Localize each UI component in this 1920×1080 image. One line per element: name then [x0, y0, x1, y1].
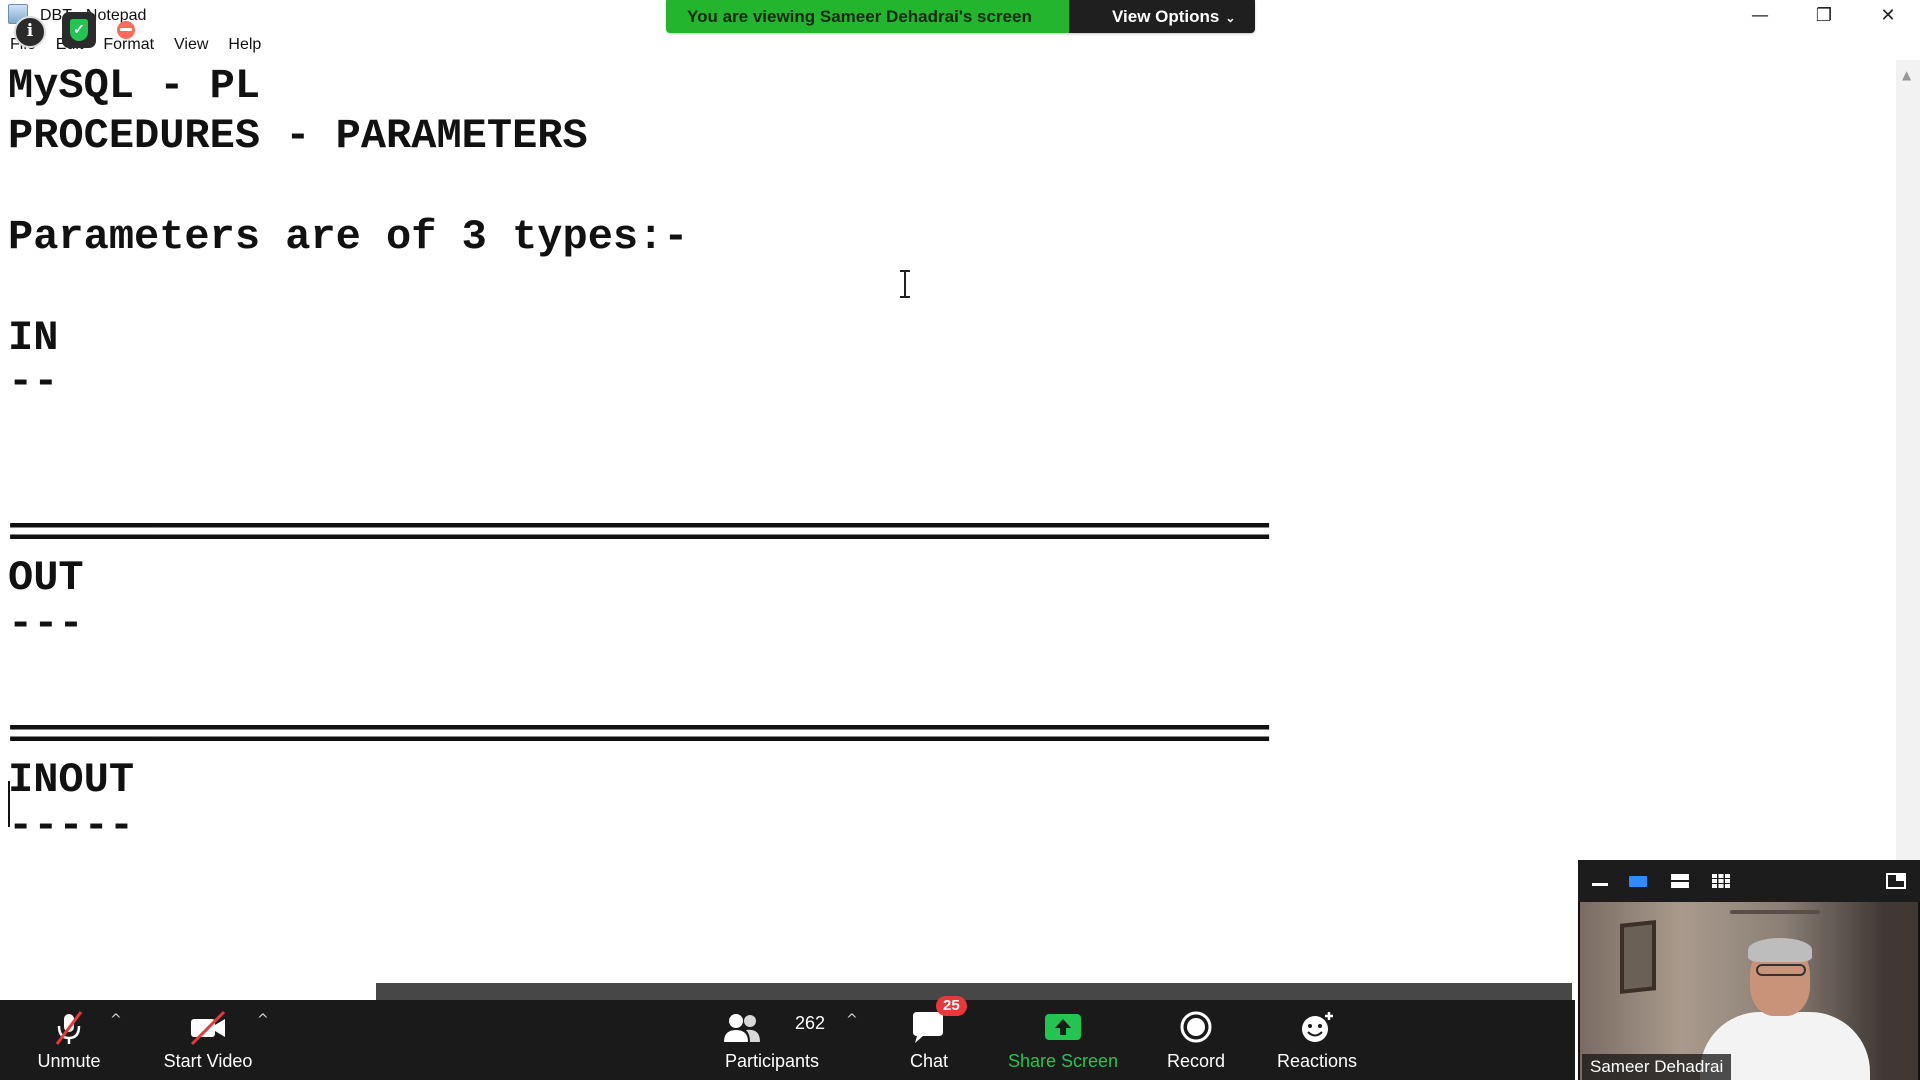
video-thumbnail-panel[interactable]: Sameer Dehadrai: [1578, 860, 1920, 1080]
ibeam-cursor-icon: [898, 270, 912, 298]
muted-microphone-icon: [55, 1011, 83, 1045]
viewing-screen-label: You are viewing Sameer Dehadrai's screen: [666, 0, 1069, 33]
speaker-view-icon[interactable]: [1628, 873, 1648, 889]
text-line: PROCEDURES - PARAMETERS: [8, 112, 588, 160]
security-shield-button[interactable]: ✓: [62, 12, 96, 48]
start-video-button[interactable]: Start Video: [150, 1000, 266, 1080]
text-line: ========================================…: [8, 712, 1271, 760]
text-line: IN: [8, 314, 59, 362]
menu-view[interactable]: View: [164, 34, 218, 60]
text-line: Parameters are of 3 types:-: [8, 213, 689, 261]
record-label: Record: [1166, 1051, 1226, 1071]
text-caret: [8, 781, 10, 827]
record-button[interactable]: Record: [1150, 1000, 1242, 1080]
chevron-down-icon: ⌄: [1225, 11, 1236, 25]
record-icon: [1180, 1011, 1212, 1043]
participant-video-feed: Sameer Dehadrai: [1580, 902, 1918, 1080]
notepad-text-area[interactable]: MySQL - PL PROCEDURES - PARAMETERS Param…: [0, 60, 1896, 985]
restore-button[interactable]: ❐: [1792, 0, 1856, 30]
exit-minimized-view-icon[interactable]: [1886, 873, 1906, 889]
text-line: --: [8, 358, 59, 406]
view-options-label: View Options: [1112, 7, 1220, 26]
text-line: INOUT: [8, 756, 135, 804]
horizontal-scrollbar-thumb[interactable]: [376, 983, 1572, 1000]
vertical-scrollbar[interactable]: ▲: [1896, 60, 1920, 985]
share-screen-button[interactable]: Share Screen: [1000, 1000, 1126, 1080]
text-line: OUT: [8, 554, 84, 602]
text-line: MySQL - PL: [8, 62, 261, 110]
participant-name-tag: Sameer Dehadrai: [1582, 1054, 1732, 1080]
text-line: ---: [8, 600, 84, 648]
zoom-screen-share-window: DBT - Notepad — ❐ ✕ File Edit Format Vie…: [0, 0, 1920, 1080]
chat-unread-badge: 25: [936, 996, 967, 1016]
view-options-button[interactable]: View Options ⌄: [1069, 0, 1255, 33]
minimize-button[interactable]: —: [1728, 0, 1792, 30]
share-screen-icon: [1045, 1014, 1081, 1040]
reactions-button[interactable]: Reactions: [1264, 1000, 1370, 1080]
shield-check-icon: ✓: [70, 19, 88, 41]
chat-button[interactable]: 25 Chat: [892, 996, 967, 1080]
unmute-label: Unmute: [37, 1051, 101, 1071]
meeting-controls-toolbar: Unmute ^ Start Video ^ Participants 262 …: [0, 996, 1575, 1080]
window-controls: — ❐ ✕: [1728, 0, 1920, 30]
meeting-info-icon[interactable]: i: [14, 16, 46, 48]
chat-label: Chat: [909, 1051, 949, 1071]
participants-icon: [724, 1014, 760, 1042]
scroll-up-icon[interactable]: ▲: [1902, 68, 1911, 82]
participants-options-caret-icon[interactable]: ^: [846, 1012, 858, 1028]
audio-options-caret-icon[interactable]: ^: [110, 1012, 122, 1028]
reactions-label: Reactions: [1276, 1051, 1358, 1071]
reactions-emoji-icon: [1302, 1012, 1333, 1042]
recording-indicator-icon: [117, 21, 135, 39]
menu-help[interactable]: Help: [218, 34, 271, 60]
screen-share-banner: You are viewing Sameer Dehadrai's screen…: [666, 0, 1255, 33]
unmute-button[interactable]: Unmute: [24, 1000, 114, 1080]
minimize-video-icon[interactable]: [1590, 873, 1610, 889]
gallery-view-icon[interactable]: [1711, 873, 1731, 889]
text-line: ========================================…: [8, 510, 1271, 558]
participants-button[interactable]: Participants: [712, 1000, 832, 1080]
participants-label: Participants: [724, 1051, 820, 1071]
video-options-caret-icon[interactable]: ^: [257, 1012, 269, 1028]
start-video-label: Start Video: [163, 1051, 253, 1071]
share-screen-label: Share Screen: [1007, 1051, 1119, 1071]
close-button[interactable]: ✕: [1856, 0, 1920, 30]
video-panel-toolbar: [1578, 860, 1920, 902]
participants-count: 262: [795, 1013, 826, 1033]
video-off-icon: [190, 1010, 226, 1046]
text-line: -----: [8, 802, 135, 850]
strip-view-icon[interactable]: [1670, 873, 1690, 889]
